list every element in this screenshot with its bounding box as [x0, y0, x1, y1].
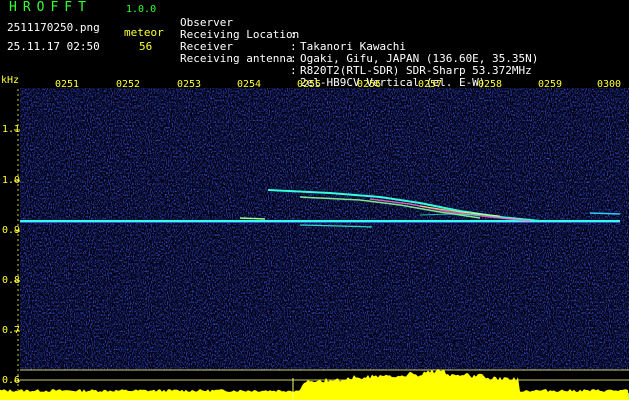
x-tick-label: 0253	[177, 79, 202, 90]
file-name: 2511170250.png	[7, 21, 100, 34]
x-tick-label: 0252	[116, 79, 141, 90]
y-axis	[14, 89, 20, 391]
info-key: Receiving antenna	[180, 52, 293, 65]
y-axis-unit: kHz	[1, 75, 20, 86]
app-title: HROFFT	[9, 0, 92, 15]
x-tick-label: 0259	[538, 79, 563, 90]
date-time: 25.11.17 02:50	[7, 40, 100, 53]
mode-label: meteor	[124, 26, 164, 39]
y-tick-label: 1.0	[2, 175, 21, 186]
y-tick-label: 0.9	[2, 225, 21, 236]
y-tick-label: 0.7	[2, 325, 21, 336]
x-tick-label: 0257	[418, 79, 443, 90]
x-tick-label: 0256	[357, 79, 382, 90]
y-tick-label: 0.8	[2, 275, 21, 286]
y-tick-label: 1.1	[2, 124, 21, 135]
count-value: 56	[139, 40, 153, 53]
x-tick-label: 0255	[297, 79, 322, 90]
app-version: 1.0.0	[126, 4, 157, 15]
noise-speckles	[20, 88, 629, 370]
info-value: 2el-HB9CV Vertical (el. E-W)	[300, 76, 486, 89]
x-tick-label: 0254	[237, 79, 262, 90]
x-tick-label: 0251	[55, 79, 80, 90]
spectrum-profile	[0, 368, 629, 400]
y-tick-label: 0.6	[2, 375, 21, 386]
x-tick-label: 0300	[597, 79, 622, 90]
info-colon: :	[290, 64, 297, 77]
x-tick-label: 0258	[478, 79, 503, 90]
